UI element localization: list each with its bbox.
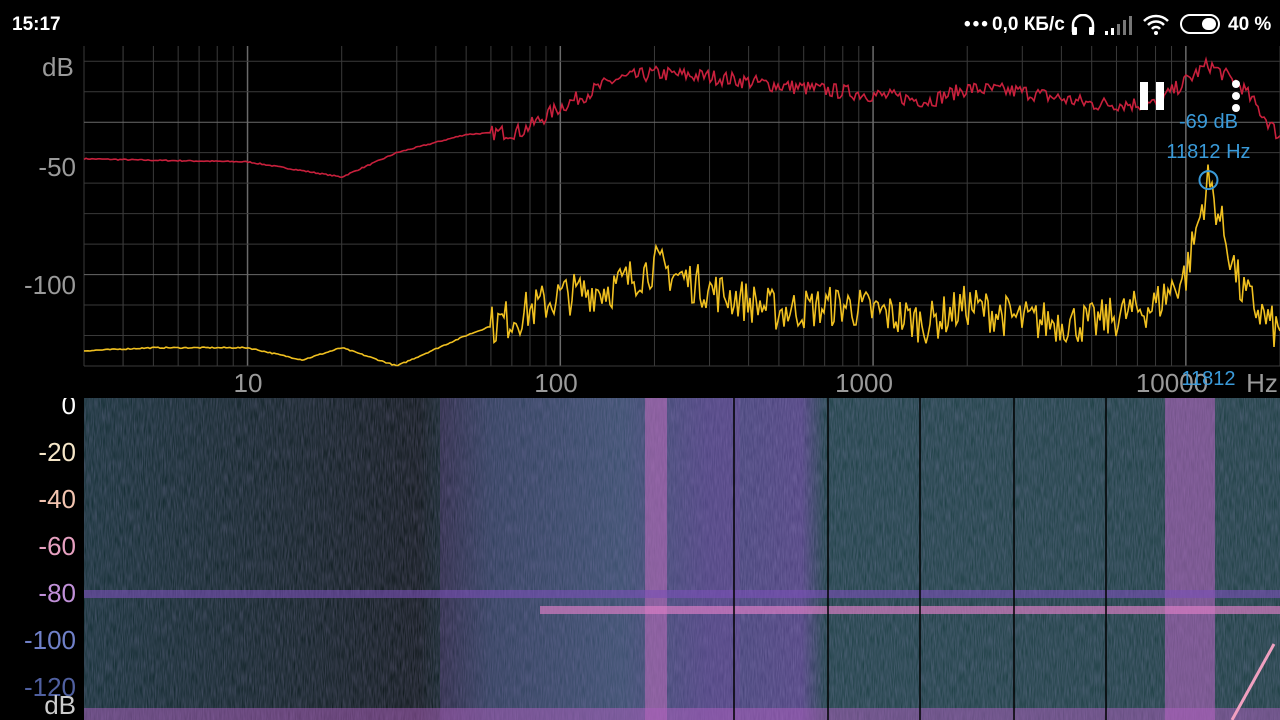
spectrogram-y-tick: -40: [38, 484, 76, 514]
spectrogram-y-tick: -80: [38, 578, 76, 608]
spectrogram-band: [84, 708, 1280, 720]
spectrum-y-tick: -50: [38, 152, 76, 182]
series-line-red: [83, 56, 1280, 179]
spectrogram-y-tick: 0: [62, 398, 76, 420]
spectrum-plot[interactable]: dB -50 -100 10 100 1000 10000 Hz -69 dB …: [0, 44, 1280, 398]
spectrogram-y-tick: -20: [38, 437, 76, 467]
menu-button[interactable]: [1224, 78, 1248, 114]
spectrogram-band: [645, 398, 667, 720]
spectrogram-y-unit: dB: [44, 690, 76, 720]
pause-icon: [1140, 82, 1164, 110]
signal-icon: [1105, 16, 1132, 35]
spectrogram-band: [540, 606, 1280, 614]
spectrum-x-unit: Hz: [1246, 368, 1278, 398]
battery-percent: 40 %: [1228, 14, 1272, 35]
spectrum-x-tick: 1000: [835, 368, 893, 398]
wifi-icon: [1143, 14, 1169, 35]
more-vert-icon: [1232, 80, 1240, 112]
peak-hz-label: 11812 Hz: [1166, 141, 1250, 163]
spectrogram-y-tick: -60: [38, 531, 76, 561]
spectrum-y-unit: dB: [42, 52, 74, 82]
battery-icon: [1180, 14, 1220, 34]
clock: 15:17: [12, 14, 61, 35]
more-notifications-icon: •••: [964, 14, 990, 35]
spectrum-x-tick: 10: [234, 368, 263, 398]
spectrum-y-tick: -100: [24, 270, 76, 300]
spectrogram[interactable]: 0 -20 -40 -60 -80 -100 -120 dB: [0, 398, 1280, 720]
spectrogram-band: [440, 398, 740, 720]
status-bar: 15:17 ••• 0,0 КБ/с 40 %: [0, 0, 1280, 48]
peak-db-label: -69 dB: [1179, 111, 1238, 133]
network-speed: 0,0 КБ/с: [992, 14, 1065, 35]
spectrogram-band: [1165, 398, 1215, 720]
headphones-icon: [1071, 14, 1095, 35]
pause-button[interactable]: [1136, 80, 1168, 112]
spectrogram-y-tick: -100: [24, 625, 76, 655]
spectrogram-band: [84, 590, 1280, 598]
cursor-frequency-label: 11812: [1181, 368, 1235, 390]
spectrum-x-tick: 100: [534, 368, 577, 398]
